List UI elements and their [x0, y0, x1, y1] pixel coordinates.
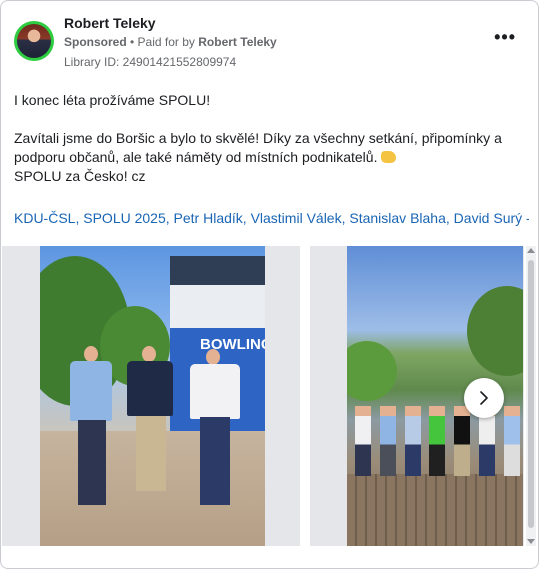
tag-petr-hladik[interactable]: Petr Hladík — [174, 210, 243, 226]
tag-spolu-2025[interactable]: SPOLU 2025 — [83, 210, 166, 226]
tag-vlastimil-valek[interactable]: Vlastimil Válek — [251, 210, 342, 226]
wooden-deck — [347, 474, 523, 546]
image-carousel[interactable]: BOWLING — [1, 246, 538, 546]
sponsored-label: Sponsored — [64, 35, 127, 49]
more-options-icon[interactable]: ••• — [494, 27, 516, 48]
ad-card: Robert Teleky Sponsored • Paid for by Ro… — [0, 0, 539, 569]
post-line-2: Zavítali jsme do Boršic a bylo to skvělé… — [14, 129, 529, 167]
post-line-2-text: Zavítali jsme do Boršic a bylo to skvělé… — [14, 130, 502, 165]
library-id: Library ID: 24901421552809974 — [64, 55, 237, 69]
post-line-1: I konec léta prožíváme SPOLU! — [14, 92, 211, 108]
tree-right — [467, 286, 523, 376]
carousel-next-button[interactable] — [464, 378, 504, 418]
group-of-people — [355, 406, 520, 476]
vertical-scrollbar[interactable] — [526, 246, 536, 546]
photo-walking-group: BOWLING — [40, 246, 265, 546]
post-line-3: SPOLU za Česko! cz — [14, 168, 146, 184]
scroll-down-arrow-icon[interactable] — [527, 539, 535, 544]
advertiser-avatar[interactable] — [14, 21, 54, 61]
sponsored-line: Sponsored • Paid for by Robert Teleky — [64, 35, 277, 49]
scroll-up-arrow-icon[interactable] — [527, 248, 535, 253]
tag-kdu-csl[interactable]: KDU-ČSL — [14, 210, 75, 226]
paid-for-prefix: • Paid for by — [130, 35, 195, 49]
advertiser-name[interactable]: Robert Teleky — [64, 15, 156, 31]
hashtag-links: KDU-ČSL, SPOLU 2025, Petr Hladík, Vlasti… — [14, 210, 529, 226]
paid-for-by-name: Robert Teleky — [198, 35, 277, 49]
avatar-photo — [17, 24, 51, 58]
handshake-emoji-icon — [381, 151, 397, 163]
scrollbar-thumb[interactable] — [528, 260, 534, 528]
carousel-slide-1[interactable]: BOWLING — [2, 246, 300, 546]
chevron-right-icon — [480, 391, 488, 405]
post-text: I konec léta prožíváme SPOLU! Zavítali j… — [14, 91, 529, 186]
bush-left — [347, 341, 397, 401]
tag-stanislav-blaha[interactable]: Stanislav Blaha — [349, 210, 446, 226]
tag-david-sury[interactable]: David Surý -... — [454, 210, 529, 226]
